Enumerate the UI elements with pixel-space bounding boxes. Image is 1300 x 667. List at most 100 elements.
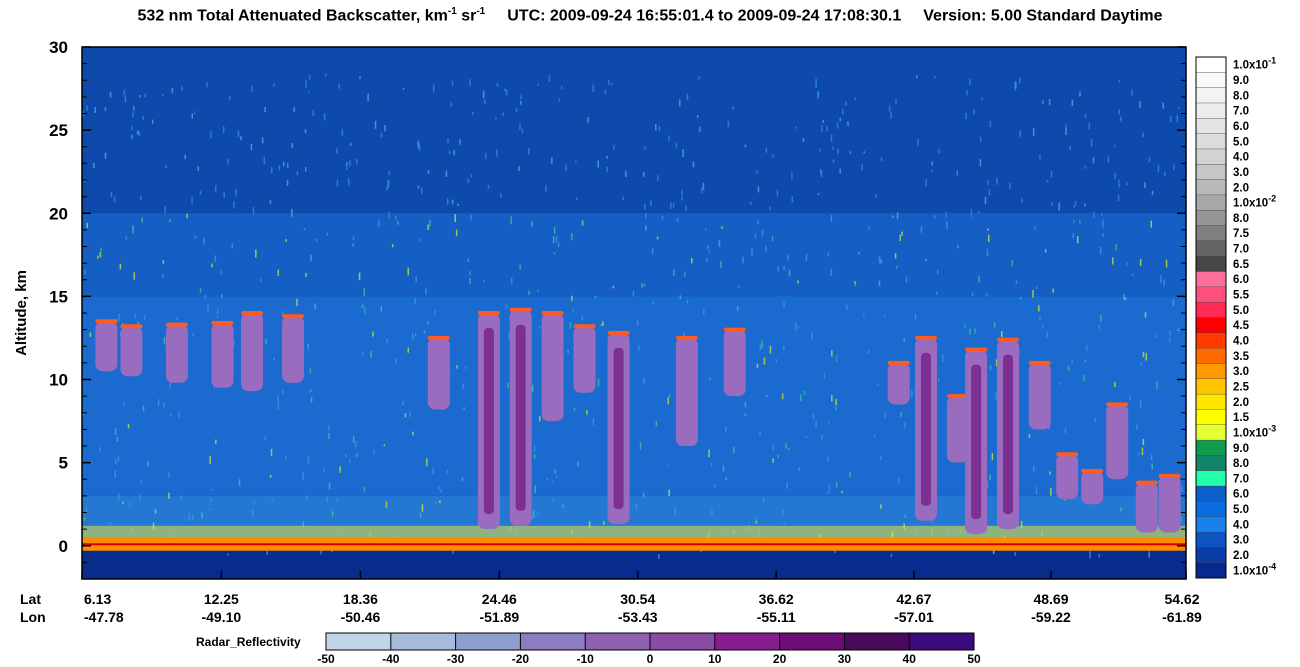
noise-speck	[1020, 297, 1022, 300]
noise-speck	[725, 477, 728, 480]
noise-speck	[821, 434, 823, 441]
noise-speck	[260, 278, 262, 282]
noise-speck	[984, 197, 987, 205]
noise-speck	[783, 265, 785, 271]
noise-speck	[698, 76, 701, 80]
noise-speck	[1164, 171, 1166, 176]
noise-speck	[602, 321, 604, 326]
noise-speck	[344, 454, 347, 457]
noise-speck	[426, 458, 428, 467]
noise-speck	[555, 475, 558, 479]
colorbar-cell	[1195, 409, 1227, 426]
noise-speck	[533, 453, 536, 460]
noise-speck	[974, 328, 976, 334]
noise-speck	[892, 215, 894, 218]
lon-tick-label: -50.46	[341, 609, 381, 625]
lat-tick-label: 12.25	[204, 591, 239, 607]
noise-speck	[643, 146, 646, 150]
cloud-top	[282, 314, 305, 319]
noise-speck	[877, 384, 879, 387]
noise-speck	[306, 495, 308, 499]
noise-speck	[201, 512, 203, 519]
noise-speck	[457, 203, 459, 206]
noise-speck	[957, 244, 959, 249]
noise-speck	[384, 125, 386, 132]
noise-speck	[815, 78, 817, 86]
noise-speck	[1039, 316, 1041, 320]
altitude-band	[82, 47, 1186, 214]
noise-speck	[385, 501, 388, 508]
noise-speck	[691, 258, 693, 264]
noise-speck	[783, 301, 785, 308]
colorbar-label: 8.0	[1233, 90, 1249, 102]
noise-speck	[447, 138, 449, 144]
noise-speck	[326, 232, 328, 236]
noise-speck	[180, 495, 182, 501]
noise-speck	[1181, 486, 1183, 493]
lon-tick-label: -47.78	[84, 609, 124, 625]
noise-speck	[567, 350, 569, 354]
noise-speck	[554, 469, 556, 474]
noise-speck	[798, 467, 801, 471]
noise-speck	[718, 240, 721, 247]
noise-speck	[407, 347, 409, 353]
noise-speck	[264, 107, 266, 112]
noise-speck	[114, 458, 117, 464]
noise-speck	[1084, 165, 1087, 169]
noise-speck	[1058, 202, 1060, 211]
noise-speck	[638, 345, 640, 352]
noise-speck	[387, 180, 390, 188]
noise-speck	[1046, 179, 1049, 183]
noise-speck	[162, 94, 164, 97]
colorbar-label: 1.5	[1233, 412, 1250, 424]
noise-speck	[681, 190, 683, 196]
noise-speck	[655, 421, 658, 427]
noise-speck	[641, 283, 643, 288]
cloud-top	[965, 347, 988, 352]
noise-speck	[696, 115, 699, 118]
noise-speck	[1136, 424, 1138, 430]
reflectivity-tick-label: 50	[967, 652, 981, 666]
noise-speck	[895, 98, 897, 105]
noise-speck	[1048, 99, 1051, 106]
noise-speck	[308, 75, 311, 80]
noise-speck	[827, 252, 830, 257]
noise-speck	[157, 399, 160, 406]
noise-speck	[1129, 396, 1131, 401]
noise-speck	[192, 333, 194, 337]
noise-speck	[841, 491, 843, 494]
noise-speck	[636, 319, 639, 326]
noise-speck	[772, 154, 774, 158]
noise-speck	[830, 134, 833, 142]
colorbar-label: 7.5	[1233, 228, 1250, 240]
noise-speck	[469, 278, 471, 284]
noise-speck	[191, 196, 193, 204]
noise-speck	[1155, 335, 1157, 338]
noise-speck	[386, 338, 388, 344]
cloud-top	[675, 335, 698, 340]
colorbar-label: 7.0	[1233, 244, 1249, 256]
noise-speck	[751, 248, 753, 256]
noise-speck	[235, 189, 237, 197]
noise-speck	[754, 234, 757, 239]
noise-speck	[373, 449, 375, 456]
noise-speck	[427, 321, 429, 325]
noise-speck	[324, 73, 327, 77]
noise-speck	[989, 474, 991, 480]
noise-speck	[817, 192, 820, 195]
noise-speck	[604, 89, 607, 95]
noise-speck	[777, 266, 779, 272]
noise-speck	[769, 206, 771, 210]
reflectivity-core	[515, 324, 526, 511]
noise-speck	[305, 167, 307, 172]
noise-speck	[981, 97, 983, 101]
noise-speck	[220, 270, 222, 275]
noise-speck	[800, 394, 802, 401]
colorbar-cell	[1195, 87, 1227, 104]
noise-speck	[880, 504, 882, 509]
noise-speck	[305, 272, 307, 277]
noise-speck	[936, 269, 939, 275]
noise-speck	[285, 456, 287, 460]
noise-speck	[1038, 305, 1040, 312]
reflectivity-cell	[844, 633, 910, 650]
